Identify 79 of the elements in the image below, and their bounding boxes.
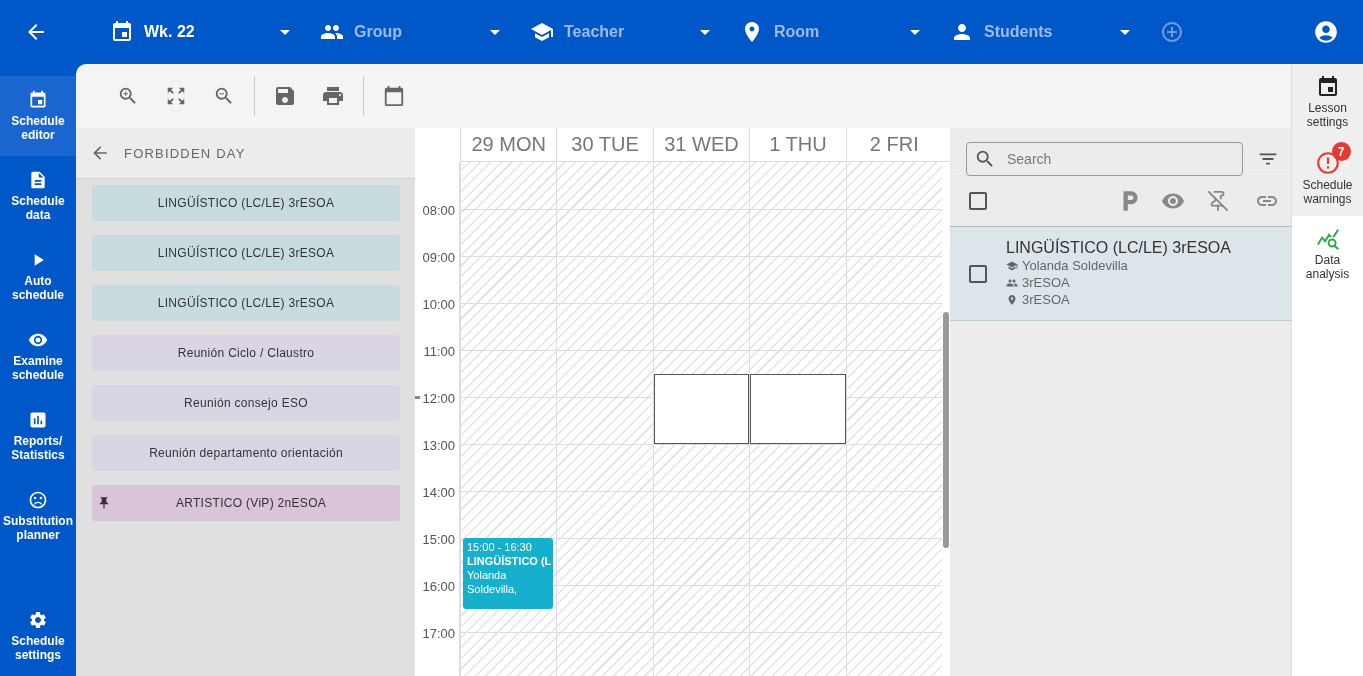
nav-label: Schedule data [10,194,66,222]
nav-label: Auto schedule [11,274,65,302]
day-header: 31 WED [652,128,750,161]
nav-label: Reports/ Statistics [10,434,66,462]
lesson-card[interactable]: LINGÜÍSTICO (LC/LE) 3rESOA [92,235,400,271]
settings-icon [28,610,48,630]
lesson-card[interactable]: ARTISTICO (ViP) 2nESOA [92,485,400,521]
select-all-checkbox[interactable] [966,189,990,213]
event-time: 15:00 - 16:30 [467,540,533,554]
warning-count-badge: 7 [1331,142,1351,161]
nav-item[interactable]: Substitution planner [0,476,76,556]
filter-placeholder: Students [984,23,1054,41]
chart-icon [28,410,48,430]
event-detail: Yolanda Soldevilla, [467,568,519,596]
filter-dropdown[interactable]: Students [950,20,1130,44]
calendar-icon [110,20,134,44]
nav-item[interactable]: Examine schedule [0,316,76,396]
free-slot[interactable] [750,373,846,444]
nav-item[interactable]: Schedule editor [0,76,76,156]
nav-label: Examine schedule [11,354,65,382]
lesson-card[interactable]: Reunión Ciclo / Claustro [92,335,400,371]
lesson-card[interactable]: Reunión departamento orientación [92,435,400,471]
pin-off-icon[interactable] [1207,190,1229,212]
week-value: Wk. 22 [144,23,196,41]
filter-dropdown[interactable]: Wk. 22 [110,20,290,44]
side-tab[interactable]: Lesson settings [1292,64,1363,140]
free-slot[interactable] [653,373,750,444]
sad-face-icon [28,490,48,510]
filter-placeholder: Room [774,23,821,41]
day-header: 1 THU [749,128,846,161]
filter-placeholder: Teacher [564,23,626,41]
calendar-icon [383,85,405,107]
scrollbar-thumb[interactable] [943,312,949,548]
graduation-cap-icon [530,20,554,44]
lesson-card[interactable]: LINGÜÍSTICO (LC/LE) 3rESOA [92,285,400,321]
dropdown-caret-icon [910,29,920,35]
lesson-title: LINGÜÍSTICO (LC/LE) 3rESOA [1006,239,1231,257]
day-header: 30 TUE [556,128,653,161]
graduation-cap-icon [1006,259,1018,272]
zoom-in-icon [117,85,139,107]
nav-label: Substitution planner [2,514,74,542]
dropdown-caret-icon [490,29,500,35]
nav-item[interactable]: Schedule data [0,156,76,236]
filter-placeholder: Group [354,23,403,41]
teacher-name: Yolanda Soldevilla [1022,257,1128,274]
side-tab-label: Schedule warnings [1301,178,1354,206]
nav-label: Schedule editor [10,114,66,142]
lesson-list-item[interactable]: LINGÜÍSTICO (LC/LE) 3rESOA Yolanda Soldevilla 3rESOA 3rESOA [950,227,1291,321]
group-name: 3rESOA [1022,274,1070,291]
lesson-card[interactable]: Reunión consejo ESO [92,385,400,421]
document-icon [28,170,48,190]
room-name: 3rESOA [1022,291,1070,308]
side-tab-label: Lesson settings [1305,101,1350,129]
nav-item[interactable]: Reports/ Statistics [0,396,76,476]
calendar-icon [28,90,48,110]
filter-dropdown[interactable]: Teacher [530,20,710,44]
location-pin-icon [1006,293,1018,306]
expand-icon [165,85,187,107]
nav-item[interactable]: Schedule settings [0,596,76,676]
analysis-icon [1315,227,1340,251]
dropdown-caret-icon [1120,29,1130,35]
dropdown-caret-icon [700,29,710,35]
day-header: 2 FRI [845,128,942,161]
printer-icon [321,84,345,108]
day-header: 29 MON [460,128,557,161]
lesson-card[interactable]: LINGÜÍSTICO (LC/LE) 3rESOA [92,185,400,221]
zoom-out-icon [213,85,235,107]
search-field[interactable]: Search [966,142,1243,176]
dropdown-caret-icon [280,29,290,35]
panel-title: FORBIDDEN DAY [124,145,246,161]
account-icon[interactable] [1313,19,1339,45]
side-tab[interactable]: 7 Schedule warnings [1292,140,1363,216]
filter-dropdown[interactable]: Group [320,20,500,44]
event-title: LINGÜÍSTICO (L [467,554,550,568]
nav-item[interactable]: Auto schedule [0,236,76,316]
side-tab-label: Data analysis [1304,253,1351,281]
filter-dropdown[interactable]: Room [740,20,920,44]
nav-label: Schedule settings [10,634,66,662]
search-icon [974,148,996,170]
